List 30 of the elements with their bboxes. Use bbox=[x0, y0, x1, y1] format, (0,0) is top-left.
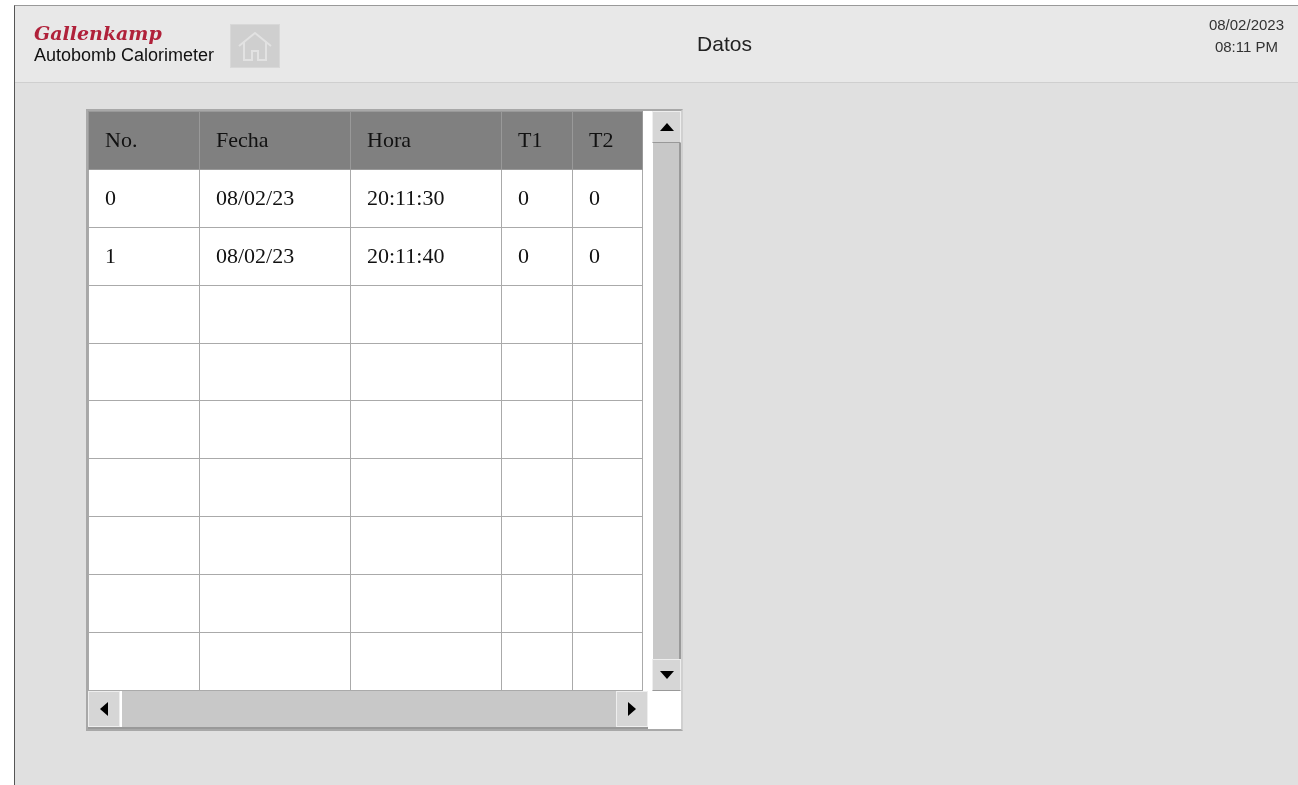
table-cell: 0 bbox=[572, 227, 643, 286]
column-header: T1 bbox=[501, 111, 573, 170]
brand-logo: Gallenkamp bbox=[34, 22, 163, 44]
screen-title: Datos bbox=[697, 32, 752, 56]
table-cell: 08/02/23 bbox=[199, 169, 351, 228]
scroll-right-button[interactable] bbox=[616, 691, 648, 727]
column-header: T2 bbox=[572, 111, 643, 170]
down-arrow-icon bbox=[659, 671, 674, 679]
column-header: Fecha bbox=[199, 111, 351, 170]
scroll-left-button[interactable] bbox=[88, 691, 120, 727]
table-cell: 0 bbox=[501, 227, 573, 286]
date-text: 08/02/2023 bbox=[1208, 15, 1284, 35]
column-header: Hora bbox=[350, 111, 502, 170]
vertical-scrollbar[interactable] bbox=[652, 111, 681, 691]
right-arrow-icon bbox=[628, 702, 636, 716]
table-cell: 20:11:40 bbox=[350, 227, 502, 286]
product-name: Autobomb Calorimeter bbox=[34, 44, 215, 66]
table-cell: 1 bbox=[88, 227, 200, 286]
time-text: 08:11 PM bbox=[1213, 37, 1279, 57]
scroll-down-button[interactable] bbox=[652, 659, 681, 691]
table-cell: 0 bbox=[88, 169, 200, 228]
column-header: No. bbox=[88, 111, 200, 170]
up-arrow-icon bbox=[659, 123, 674, 131]
table-cell: 0 bbox=[572, 169, 643, 228]
left-arrow-icon bbox=[100, 702, 108, 716]
table-cell: 08/02/23 bbox=[199, 227, 351, 286]
table-cell: 20:11:30 bbox=[350, 169, 502, 228]
scroll-up-button[interactable] bbox=[652, 111, 681, 143]
table-cell: 0 bbox=[501, 169, 573, 228]
horizontal-scrollbar[interactable] bbox=[88, 691, 648, 729]
